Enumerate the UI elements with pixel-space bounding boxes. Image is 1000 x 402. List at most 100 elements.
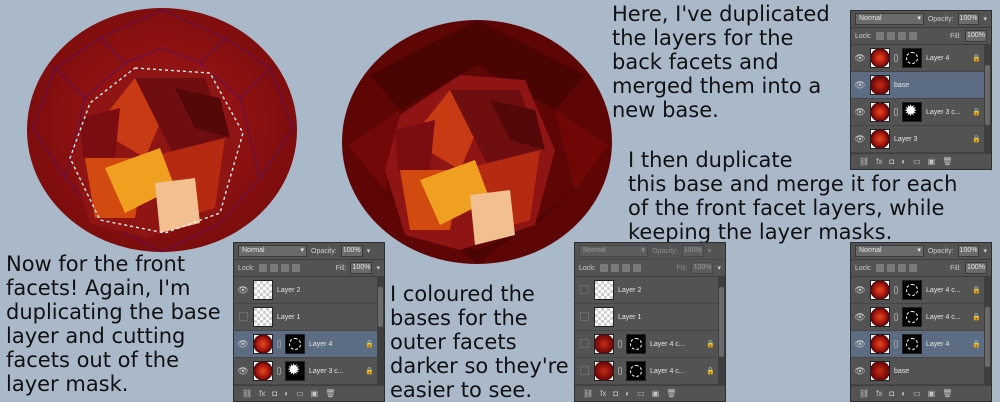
eye-hidden-icon[interactable] (578, 366, 590, 377)
layer-row-selected[interactable]: 👁 Layer 4 🔒 (234, 331, 384, 358)
blend-mode-select[interactable]: Normal (855, 13, 924, 25)
layer-mask-thumbnail[interactable] (285, 334, 305, 354)
blend-mode-select[interactable]: Normal (855, 245, 924, 257)
opacity-dropdown-icon[interactable]: ▾ (983, 247, 987, 255)
folder-icon[interactable]: ▭ (913, 157, 921, 166)
layer-mask-thumbnail[interactable] (902, 280, 922, 300)
link-layers-icon[interactable]: ⛓ (859, 389, 869, 398)
lock-all-icon[interactable] (908, 264, 917, 272)
adjustment-icon[interactable]: ◐ (901, 157, 906, 166)
layer-row-selected[interactable]: 👁 base (851, 72, 991, 99)
layer-row[interactable]: 👁 base (851, 358, 991, 385)
layer-row[interactable]: Layer 2 (575, 277, 725, 304)
layer-mask-thumbnail[interactable] (902, 48, 922, 68)
lock-all-icon[interactable] (632, 264, 641, 272)
scrollbar[interactable] (984, 45, 991, 153)
layer-row[interactable]: Layer 4 c... 🔒 (575, 358, 725, 385)
eye-hidden-icon[interactable] (578, 285, 590, 296)
fill-dropdown-icon[interactable]: ▾ (717, 264, 721, 272)
lock-move-icon[interactable] (897, 264, 906, 272)
layer-mask-thumbnail[interactable] (902, 102, 922, 122)
adjustment-icon[interactable]: ◐ (625, 389, 630, 398)
eye-icon[interactable]: 👁 (854, 134, 866, 145)
lock-pixels-icon[interactable] (258, 264, 267, 272)
eye-hidden-icon[interactable] (237, 312, 249, 323)
chain-link-icon[interactable] (894, 54, 898, 62)
layer-row[interactable]: 👁 Layer 4 🔒 (851, 45, 991, 72)
lock-move-icon[interactable] (621, 264, 630, 272)
layer-row[interactable]: Layer 1 (575, 304, 725, 331)
fill-value[interactable]: 100% (691, 262, 714, 274)
opacity-dropdown-icon[interactable]: ▾ (708, 247, 712, 255)
layer-mask-thumbnail[interactable] (285, 361, 305, 381)
layer-row[interactable]: 👁 Layer 3 c... 🔒 (234, 358, 384, 385)
eye-icon[interactable]: 👁 (854, 339, 866, 350)
lock-pixels-icon[interactable] (599, 264, 608, 272)
opacity-dropdown-icon[interactable]: ▾ (983, 15, 987, 23)
lock-brush-icon[interactable] (610, 264, 619, 272)
lock-move-icon[interactable] (897, 32, 906, 40)
mask-icon[interactable]: ◘ (889, 157, 894, 166)
lock-move-icon[interactable] (280, 264, 289, 272)
link-layers-icon[interactable]: ⛓ (583, 389, 593, 398)
lock-brush-icon[interactable] (269, 264, 278, 272)
chain-link-icon[interactable] (894, 340, 898, 348)
fill-dropdown-icon[interactable]: ▾ (376, 264, 380, 272)
link-layers-icon[interactable]: ⛓ (242, 389, 252, 398)
eye-icon[interactable]: 👁 (237, 285, 249, 296)
opacity-value[interactable]: 100% (340, 245, 363, 257)
lock-brush-icon[interactable] (886, 32, 895, 40)
eye-icon[interactable]: 👁 (854, 107, 866, 118)
layer-mask-thumbnail[interactable] (902, 307, 922, 327)
scrollbar[interactable] (984, 277, 991, 385)
trash-icon[interactable]: 🗑 (666, 389, 676, 398)
layer-row[interactable]: Layer 1 (234, 304, 384, 331)
blend-mode-select[interactable]: Normal (238, 245, 307, 257)
trash-icon[interactable]: 🗑 (325, 389, 335, 398)
eye-icon[interactable]: 👁 (237, 339, 249, 350)
lock-all-icon[interactable] (291, 264, 300, 272)
link-layers-icon[interactable]: ⛓ (859, 157, 869, 166)
eye-icon[interactable]: 👁 (854, 312, 866, 323)
opacity-value[interactable]: 100% (681, 245, 704, 257)
eye-icon[interactable]: 👁 (854, 53, 866, 64)
layer-row[interactable]: 👁 Layer 3 c... 🔒 (851, 99, 991, 126)
mask-icon[interactable]: ◘ (889, 389, 894, 398)
new-layer-icon[interactable]: ▣ (928, 157, 936, 166)
eye-icon[interactable]: 👁 (854, 366, 866, 377)
layer-row[interactable]: 👁 Layer 3 🔒 (851, 126, 991, 153)
chain-link-icon[interactable] (894, 108, 898, 116)
chain-link-icon[interactable] (618, 367, 622, 375)
new-layer-icon[interactable]: ▣ (928, 389, 936, 398)
adjustment-icon[interactable]: ◐ (284, 389, 289, 398)
layer-row[interactable]: 👁 Layer 2 (234, 277, 384, 304)
lock-all-icon[interactable] (908, 32, 917, 40)
layer-row[interactable]: 👁 Layer 4 c... 🔒 (851, 277, 991, 304)
opacity-value[interactable]: 100% (957, 13, 980, 25)
blend-mode-select[interactable]: Normal (579, 245, 648, 257)
new-layer-icon[interactable]: ▣ (652, 389, 660, 398)
chain-link-icon[interactable] (894, 313, 898, 321)
new-layer-icon[interactable]: ▣ (311, 389, 319, 398)
folder-icon[interactable]: ▭ (296, 389, 304, 398)
trash-icon[interactable]: 🗑 (942, 157, 952, 166)
fx-icon[interactable]: fx (876, 157, 882, 166)
eye-hidden-icon[interactable] (578, 312, 590, 323)
lock-pixels-icon[interactable] (875, 264, 884, 272)
layer-mask-thumbnail[interactable] (626, 334, 646, 354)
fill-value[interactable]: 100% (965, 262, 987, 274)
chain-link-icon[interactable] (894, 286, 898, 294)
opacity-dropdown-icon[interactable]: ▾ (367, 247, 371, 255)
eye-hidden-icon[interactable] (578, 339, 590, 350)
adjustment-icon[interactable]: ◐ (901, 389, 906, 398)
fx-icon[interactable]: fx (259, 389, 265, 398)
chain-link-icon[interactable] (618, 340, 622, 348)
layer-row[interactable]: 👁 Layer 4 c... 🔒 (851, 304, 991, 331)
layer-mask-thumbnail[interactable] (626, 361, 646, 381)
chain-link-icon[interactable] (277, 340, 281, 348)
opacity-value[interactable]: 100% (957, 245, 980, 257)
mask-icon[interactable]: ◘ (613, 389, 618, 398)
lock-pixels-icon[interactable] (875, 32, 884, 40)
eye-icon[interactable]: 👁 (854, 285, 866, 296)
fx-icon[interactable]: fx (876, 389, 882, 398)
